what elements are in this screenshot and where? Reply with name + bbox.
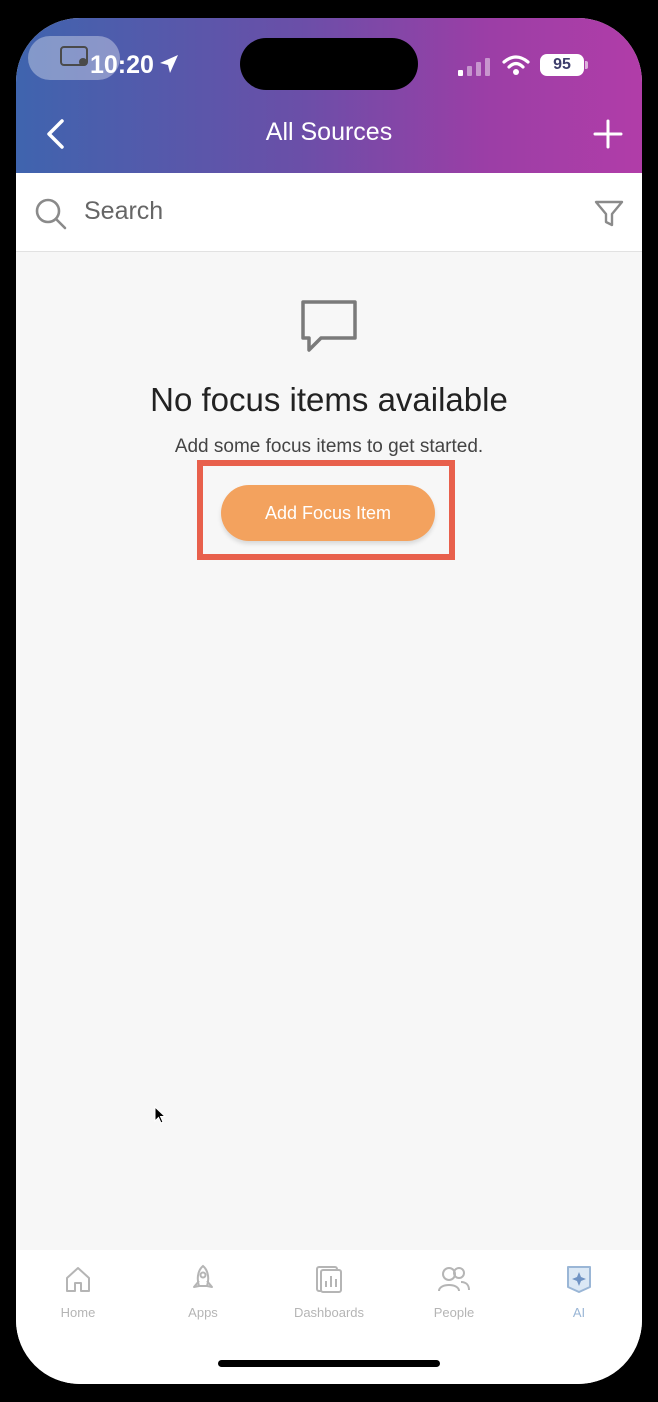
tab-dashboards-label: Dashboards bbox=[293, 1305, 365, 1320]
filter-icon[interactable] bbox=[594, 199, 624, 229]
location-arrow-icon bbox=[160, 55, 178, 73]
page-title: All Sources bbox=[265, 118, 393, 146]
status-time: 10:20 bbox=[90, 51, 154, 79]
add-icon[interactable] bbox=[592, 118, 624, 150]
wifi-icon bbox=[502, 55, 530, 75]
tab-home-label: Home bbox=[60, 1305, 96, 1320]
empty-state-title: No focus items available bbox=[150, 381, 508, 418]
screen-share-icon bbox=[60, 46, 88, 66]
dashboard-icon bbox=[316, 1266, 342, 1293]
ai-icon bbox=[567, 1266, 591, 1293]
cellular-signal-icon bbox=[458, 58, 490, 76]
people-icon bbox=[438, 1267, 470, 1292]
tab-apps[interactable]: Apps bbox=[148, 1264, 258, 1320]
rocket-icon bbox=[193, 1264, 213, 1288]
home-indicator[interactable] bbox=[218, 1360, 440, 1367]
tab-people[interactable]: People bbox=[399, 1264, 509, 1320]
tab-people-label: People bbox=[433, 1305, 475, 1320]
add-focus-item-button[interactable]: Add Focus Item bbox=[221, 485, 435, 541]
tab-ai[interactable]: AI bbox=[524, 1264, 634, 1320]
empty-state-subtitle: Add some focus items to get started. bbox=[174, 436, 484, 457]
message-bubble-icon bbox=[301, 300, 357, 352]
tab-apps-label: Apps bbox=[188, 1305, 218, 1320]
dynamic-island bbox=[240, 38, 418, 90]
mouse-cursor-icon bbox=[154, 1106, 167, 1124]
tab-ai-label: AI bbox=[572, 1305, 586, 1320]
search-icon bbox=[35, 198, 67, 230]
tab-home[interactable]: Home bbox=[23, 1264, 133, 1320]
search-bar[interactable]: Search bbox=[16, 173, 642, 252]
phone-screen: 10:20 95 All Sources Search No focus ite… bbox=[16, 18, 642, 1384]
battery-tip bbox=[585, 61, 588, 69]
tab-dashboards[interactable]: Dashboards bbox=[274, 1264, 384, 1320]
battery-indicator: 95 bbox=[540, 54, 584, 76]
search-input[interactable]: Search bbox=[84, 197, 163, 226]
top-bar: 10:20 95 All Sources bbox=[16, 18, 642, 173]
home-icon bbox=[66, 1267, 90, 1292]
